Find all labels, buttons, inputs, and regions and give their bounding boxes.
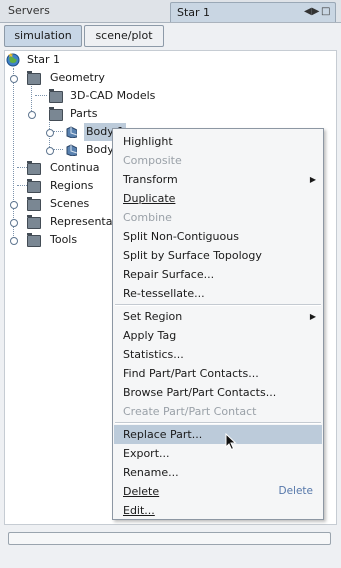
menu-item-repair-surface[interactable]: Repair Surface... [114,265,322,284]
submenu-arrow-icon: ▶ [309,175,316,184]
menu-item-re-tessellate[interactable]: Re-tessellate... [114,284,322,303]
tab-bar: simulation scene/plot [0,23,341,49]
tree-item-representations[interactable]: Representat [5,213,117,231]
status-area [4,528,337,564]
menu-item-create-part-contact: Create Part/Part Contact [114,402,322,421]
menu-item-label: Highlight [123,135,173,148]
star-1-label: Star 1 [27,53,61,66]
menu-item-label: Transform [123,173,178,186]
tree-item-geometry[interactable]: Geometry [5,69,165,87]
folder-icon [27,71,41,85]
folder-icon [49,89,63,103]
menu-item-export[interactable]: Export... [114,444,322,463]
globe-icon [6,53,20,67]
folder-icon [27,215,41,229]
body-2-label: Body [86,143,114,156]
expand-toggle-icon[interactable] [46,147,54,155]
menu-separator [115,422,321,424]
menu-item-delete[interactable]: Delete Delete [114,482,322,501]
menu-item-label: Delete [123,485,160,498]
part-body-icon [66,144,77,156]
cad-models-label: 3D-CAD Models [70,89,156,102]
folder-icon [49,107,63,121]
menu-item-label: Composite [123,154,182,167]
tree-root-star-1[interactable]: Star 1 [5,51,125,69]
folder-icon [27,179,41,193]
servers-panel-title[interactable]: Servers [0,0,170,22]
menu-item-composite: Composite [114,151,322,170]
menu-item-transform[interactable]: Transform ▶ [114,170,322,189]
folder-icon [27,197,41,211]
minimize-icon[interactable]: ◀▶ [304,6,319,17]
parts-label: Parts [70,107,98,120]
scenes-label: Scenes [50,197,90,210]
menu-item-label: Find Part/Part Contacts... [123,367,259,380]
menu-item-edit[interactable]: Edit... [114,501,322,520]
part-body-icon [66,126,77,138]
expand-toggle-icon[interactable] [10,201,18,209]
tools-label: Tools [50,233,78,246]
regions-label: Regions [50,179,94,192]
menu-item-label: Browse Part/Part Contacts... [123,386,277,399]
menu-item-combine: Combine [114,208,322,227]
menu-item-rename[interactable]: Rename... [114,463,322,482]
tree-item-tools[interactable]: Tools [5,231,115,249]
menu-item-label: Re-tessellate... [123,287,205,300]
menu-item-statistics[interactable]: Statistics... [114,345,322,364]
menu-separator [115,304,321,306]
menu-item-split-by-surface-topology[interactable]: Split by Surface Topology [114,246,322,265]
tree-item-regions[interactable]: Regions [5,177,115,195]
panel-header: Servers Star 1 ◀▶ □ [0,0,341,23]
menu-item-highlight[interactable]: Highlight [114,132,322,151]
expand-toggle-icon[interactable] [46,129,54,137]
menu-item-apply-tag[interactable]: Apply Tag [114,326,322,345]
continua-label: Continua [50,161,100,174]
menu-item-label: Export... [123,447,170,460]
menu-item-label: Create Part/Part Contact [123,405,257,418]
menu-item-label: Repair Surface... [123,268,215,281]
star-1-tab-label: Star 1 [177,6,211,19]
menu-item-set-region[interactable]: Set Region ▶ [114,307,322,326]
menu-item-label: Split Non-Contiguous [123,230,239,243]
tree-item-continua[interactable]: Continua [5,159,115,177]
menu-item-label: Duplicate [123,192,176,205]
expand-toggle-icon[interactable] [10,237,18,245]
tab-scene-plot[interactable]: scene/plot [84,25,164,47]
expand-toggle-icon[interactable] [10,75,18,83]
geometry-label: Geometry [50,71,105,84]
menu-item-find-part-contacts[interactable]: Find Part/Part Contacts... [114,364,322,383]
servers-title-label: Servers [8,4,50,17]
tab-simulation[interactable]: simulation [4,25,82,47]
menu-item-browse-part-contacts[interactable]: Browse Part/Part Contacts... [114,383,322,402]
expand-toggle-icon[interactable] [10,219,18,227]
menu-item-label: Rename... [123,466,179,479]
menu-item-label: Split by Surface Topology [123,249,262,262]
menu-item-label: Replace Part... [123,428,203,441]
folder-icon [27,161,41,175]
menu-item-label: Statistics... [123,348,184,361]
menu-item-label: Set Region [123,310,183,323]
delete-shortcut-label: Delete [278,485,314,497]
expand-toggle-icon[interactable] [28,111,36,119]
tree-item-scenes[interactable]: Scenes [5,195,115,213]
maximize-icon[interactable]: □ [321,6,330,17]
menu-item-label: Edit... [123,504,155,517]
menu-item-replace-part[interactable]: Replace Part... [114,425,322,444]
menu-item-label: Combine [123,211,172,224]
representations-label: Representat [50,215,117,228]
menu-item-duplicate[interactable]: Duplicate [114,189,322,208]
progress-bar [8,532,331,545]
tree-item-parts[interactable]: Parts [5,105,145,123]
menu-item-split-non-contiguous[interactable]: Split Non-Contiguous [114,227,322,246]
tree-item-3d-cad-models[interactable]: 3D-CAD Models [5,87,185,105]
menu-item-label: Apply Tag [123,329,177,342]
star-1-window-tab[interactable]: Star 1 ◀▶ □ [170,2,336,22]
folder-icon [27,233,41,247]
context-menu: Highlight Composite Transform ▶ Duplicate… [112,128,324,520]
mouse-pointer-icon [225,433,237,451]
submenu-arrow-icon: ▶ [309,312,316,321]
